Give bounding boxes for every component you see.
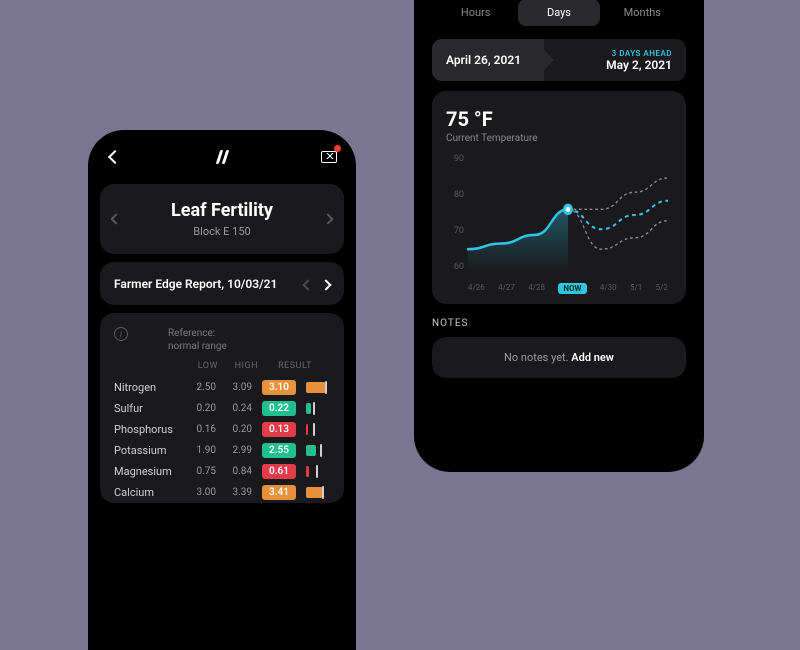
segment-months[interactable]: Months [602, 0, 683, 26]
low-value: 3.00 [186, 487, 216, 498]
report-label: Farmer Edge Report, 10/03/21 [114, 277, 277, 291]
app-logo-icon [215, 150, 229, 164]
high-value: 2.99 [222, 445, 252, 456]
table-row: Nitrogen 2.50 3.09 3.10 [114, 377, 330, 398]
phone-leaf-fertility: Leaf Fertility Block E 150 Farmer Edge R… [88, 130, 356, 650]
x-tick: 5/2 [656, 283, 668, 294]
x-tick: 4/27 [498, 283, 515, 294]
result-pill: 3.41 [262, 485, 296, 500]
mail-icon [321, 151, 337, 163]
result-pill: 3.10 [262, 380, 296, 395]
temperature-label: Current Temperature [446, 133, 672, 144]
result-bar [306, 445, 330, 456]
phone-weather: Hours Days Months April 26, 2021 3 DAYS … [414, 0, 704, 472]
segment-hours[interactable]: Hours [435, 0, 516, 26]
reference-label-1: Reference: [168, 327, 227, 340]
result-pill: 0.13 [262, 422, 296, 437]
date-range-bar[interactable]: April 26, 2021 3 DAYS AHEAD May 2, 2021 [432, 39, 686, 81]
x-tick: 4/26 [468, 283, 485, 294]
result-pill: 2.55 [262, 443, 296, 458]
temperature-value: 75 °F [446, 107, 672, 131]
high-value: 3.39 [222, 487, 252, 498]
low-value: 1.90 [186, 445, 216, 456]
low-value: 0.20 [186, 403, 216, 414]
result-bar [306, 424, 330, 435]
prev-report-button[interactable] [304, 274, 312, 293]
x-tick: 5/1 [630, 283, 642, 294]
nutrient-name: Sulfur [114, 402, 180, 415]
prev-block-button[interactable] [112, 211, 120, 227]
temperature-chart: 90 80 70 60 4/26 4/27 4/28 NOW 4/30 5/1 5/2 [446, 154, 672, 294]
y-tick: 60 [446, 262, 464, 272]
y-tick: 90 [446, 154, 464, 164]
low-value: 0.16 [186, 424, 216, 435]
info-icon[interactable]: i [114, 327, 128, 341]
block-subtitle: Block E 150 [116, 225, 328, 238]
x-tick: 4/28 [528, 283, 545, 294]
date-end: May 2, 2021 [606, 58, 672, 72]
range-segmented-control: Hours Days Months [432, 0, 686, 29]
nutrient-name: Magnesium [114, 465, 180, 478]
table-row: Sulfur 0.20 0.24 0.22 [114, 398, 330, 419]
page-title: Leaf Fertility [116, 200, 328, 221]
table-row: Calcium 3.00 3.39 3.41 [114, 482, 330, 503]
col-high: HIGH [232, 361, 258, 371]
nutrient-name: Nitrogen [114, 381, 180, 394]
high-value: 0.20 [222, 424, 252, 435]
y-tick: 70 [446, 226, 464, 236]
table-row: Magnesium 0.75 0.84 0.61 [114, 461, 330, 482]
result-bar [306, 466, 330, 477]
notes-heading: NOTES [432, 318, 686, 329]
nutrient-name: Calcium [114, 486, 180, 499]
top-bar [88, 130, 356, 176]
high-value: 3.09 [222, 382, 252, 393]
x-tick-now: NOW [558, 283, 586, 294]
low-value: 2.50 [186, 382, 216, 393]
result-pill: 0.61 [262, 464, 296, 479]
add-note-button[interactable]: Add new [571, 351, 614, 364]
title-card: Leaf Fertility Block E 150 [100, 184, 344, 254]
date-start: April 26, 2021 [446, 53, 521, 67]
result-bar [306, 487, 330, 498]
table-row: Phosphorus 0.16 0.20 0.13 [114, 419, 330, 440]
notification-dot-icon [334, 145, 341, 152]
days-ahead-label: 3 DAYS AHEAD [612, 49, 672, 58]
result-pill: 0.22 [262, 401, 296, 416]
nutrient-name: Potassium [114, 444, 180, 457]
low-value: 0.75 [186, 466, 216, 477]
x-tick: 4/30 [600, 283, 617, 294]
notes-empty-card[interactable]: No notes yet. Add new [432, 337, 686, 378]
table-row: Potassium 1.90 2.99 2.55 [114, 440, 330, 461]
column-headers: LOW HIGH RESULT [192, 361, 330, 371]
temperature-card: 75 °F Current Temperature 90 80 70 60 4/26 4… [432, 91, 686, 304]
inbox-button[interactable] [320, 148, 338, 166]
report-selector[interactable]: Farmer Edge Report, 10/03/21 [100, 262, 344, 305]
col-result: RESULT [272, 361, 312, 371]
col-low: LOW [192, 361, 218, 371]
results-table: i Reference: normal range LOW HIGH RESUL… [100, 313, 344, 503]
result-bar [306, 382, 330, 393]
nutrient-name: Phosphorus [114, 423, 180, 436]
reference-label-2: normal range [168, 340, 227, 353]
back-icon[interactable] [106, 148, 124, 166]
high-value: 0.84 [222, 466, 252, 477]
notes-empty-text: No notes yet. [504, 351, 571, 364]
next-block-button[interactable] [324, 211, 332, 227]
high-value: 0.24 [222, 403, 252, 414]
next-report-button[interactable] [322, 274, 330, 293]
y-tick: 80 [446, 190, 464, 200]
result-bar [306, 403, 330, 414]
segment-days[interactable]: Days [518, 0, 599, 26]
